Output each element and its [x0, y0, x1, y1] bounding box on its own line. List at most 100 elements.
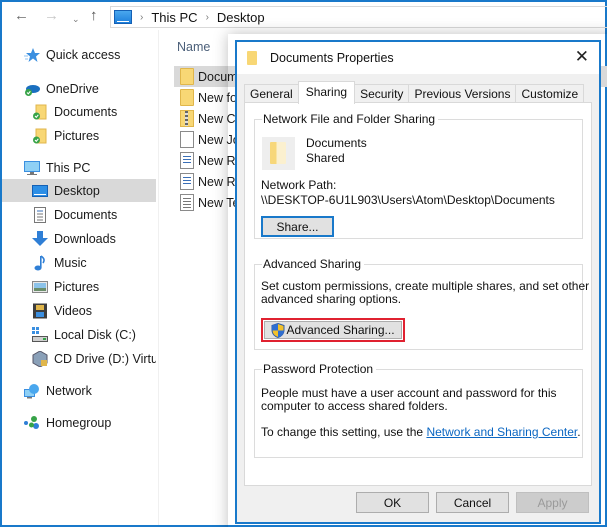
cancel-button[interactable]: Cancel	[436, 492, 509, 513]
breadcrumb-this-pc[interactable]: This PC	[151, 10, 197, 25]
dialog-titlebar[interactable]: Documents Properties ✕	[237, 42, 599, 74]
sidebar-item-label: Pictures	[54, 128, 100, 143]
advanced-sharing-button-label: Advanced Sharing...	[286, 323, 395, 337]
text-document-icon	[180, 194, 194, 211]
rich-text-document-icon	[180, 152, 194, 169]
sidebar-item-label: Pictures	[54, 279, 100, 294]
sidebar-item-local-disk[interactable]: Local Disk (C:)	[2, 323, 156, 346]
breadcrumb-separator-icon: ›	[205, 11, 209, 23]
downloads-arrow-icon	[32, 230, 48, 247]
password-protection-group: Password Protection People must have a u…	[254, 362, 583, 458]
sidebar-item-onedrive[interactable]: OneDrive	[2, 77, 156, 100]
sidebar-item-homegroup[interactable]: Homegroup	[2, 411, 156, 434]
group-label: Advanced Sharing	[262, 257, 365, 271]
blank-document-icon	[180, 131, 194, 148]
tab-previous-versions[interactable]: Previous Versions	[408, 84, 517, 103]
folder-icon	[247, 51, 257, 65]
apply-button: Apply	[516, 492, 589, 513]
change-setting-suffix: .	[577, 425, 581, 439]
zip-folder-icon	[180, 110, 194, 127]
sidebar-item-label: Documents	[54, 207, 118, 222]
share-status: Shared	[306, 151, 345, 165]
this-pc-icon	[24, 160, 40, 176]
group-label: Network File and Folder Sharing	[262, 112, 439, 126]
sidebar-item-label: Downloads	[54, 231, 116, 246]
back-arrow-icon[interactable]: ←	[14, 8, 29, 24]
dialog-title: Documents Properties	[270, 51, 394, 65]
shared-folder-name: Documents	[306, 136, 367, 150]
navigation-bar: ← → ⌄ ↑ › This PC › Desktop	[2, 2, 607, 30]
advanced-sharing-button[interactable]: Advanced Sharing...	[264, 321, 402, 339]
sidebar-item-quick-access[interactable]: Quick access	[2, 43, 156, 66]
sidebar-item-onedrive-pictures[interactable]: Pictures	[2, 124, 156, 147]
uac-shield-icon	[271, 322, 285, 338]
shared-folder-icon	[262, 137, 295, 170]
close-icon[interactable]: ✕	[575, 48, 589, 66]
sidebar-item-label: Quick access	[46, 47, 121, 62]
sidebar-item-videos[interactable]: Videos	[2, 299, 156, 322]
tab-customize[interactable]: Customize	[515, 84, 585, 103]
cd-drive-icon	[32, 349, 48, 368]
local-disk-icon	[32, 326, 48, 343]
this-pc-desktop-icon	[114, 10, 132, 24]
folder-icon	[180, 68, 194, 85]
sidebar-item-label: Videos	[54, 303, 92, 318]
sidebar-item-network[interactable]: Network	[2, 379, 156, 402]
network-sharing-group: Network File and Folder Sharing Document…	[254, 112, 583, 239]
advanced-sharing-description-line2: advanced sharing options.	[261, 292, 402, 306]
tab-security[interactable]: Security	[354, 84, 410, 103]
sidebar-item-downloads[interactable]: Downloads	[2, 227, 156, 250]
password-protection-line2: computer to access shared folders.	[261, 399, 448, 413]
documents-icon	[32, 206, 48, 223]
sidebar-item-pictures[interactable]: Pictures	[2, 275, 156, 298]
breadcrumb-desktop[interactable]: Desktop	[217, 10, 265, 25]
navigation-pane: Quick access OneDrive Documents Pictures…	[2, 38, 158, 478]
sidebar-item-label: Homegroup	[46, 415, 112, 430]
sidebar-item-label: Documents	[54, 104, 118, 119]
sidebar-item-label: Desktop	[54, 183, 100, 198]
network-path-label: Network Path:	[261, 178, 337, 192]
sidebar-item-label: Network	[46, 383, 92, 398]
pane-divider[interactable]	[158, 30, 159, 525]
sharing-tab-panel: Network File and Folder Sharing Document…	[244, 102, 592, 486]
sidebar-item-desktop[interactable]: Desktop	[2, 179, 156, 202]
sidebar-item-label: This PC	[46, 160, 91, 175]
sidebar-item-label: Music	[54, 255, 87, 270]
forward-arrow-icon[interactable]: →	[44, 8, 59, 24]
change-setting-prefix: To change this setting, use the	[261, 425, 427, 439]
properties-dialog: Documents Properties ✕ General Sharing S…	[235, 40, 601, 524]
tab-sharing[interactable]: Sharing	[297, 81, 356, 104]
address-bar[interactable]: › This PC › Desktop	[110, 6, 607, 28]
folder-synced-icon	[32, 128, 48, 144]
up-arrow-icon[interactable]: ↑	[90, 8, 98, 24]
sidebar-item-onedrive-documents[interactable]: Documents	[2, 100, 156, 123]
pictures-icon	[32, 279, 48, 295]
group-label: Password Protection	[262, 362, 377, 376]
sidebar-item-music[interactable]: Music	[2, 251, 156, 274]
music-note-icon	[32, 254, 48, 271]
password-protection-change-text: To change this setting, use the Network …	[261, 425, 581, 440]
advanced-sharing-group: Advanced Sharing Set custom permissions,…	[254, 257, 589, 350]
breadcrumb-separator-icon: ›	[140, 11, 144, 23]
quick-access-star-icon	[24, 47, 40, 63]
tab-general[interactable]: General	[244, 84, 299, 103]
desktop-icon	[32, 183, 48, 199]
column-header-name[interactable]: Name	[177, 40, 210, 54]
network-path-value: \\DESKTOP-6U1L903\Users\Atom\Desktop\Doc…	[261, 193, 555, 207]
share-button[interactable]: Share...	[261, 216, 334, 237]
folder-icon	[180, 89, 194, 106]
folder-synced-icon	[32, 104, 48, 120]
sidebar-item-this-pc[interactable]: This PC	[2, 156, 156, 179]
network-globe-icon	[24, 383, 40, 399]
tab-strip: General Sharing Security Previous Versio…	[244, 81, 585, 104]
homegroup-icon	[24, 415, 40, 431]
sidebar-item-documents[interactable]: Documents	[2, 203, 156, 226]
recent-locations-chevron-icon[interactable]: ⌄	[72, 11, 80, 27]
rich-text-document-icon	[180, 173, 194, 190]
sidebar-item-label: OneDrive	[46, 81, 99, 96]
videos-film-icon	[32, 303, 48, 319]
ok-button[interactable]: OK	[356, 492, 429, 513]
network-and-sharing-center-link[interactable]: Network and Sharing Center	[426, 425, 577, 439]
sidebar-item-cd-drive[interactable]: CD Drive (D:) Virtua	[2, 347, 156, 370]
onedrive-cloud-icon	[24, 81, 40, 97]
